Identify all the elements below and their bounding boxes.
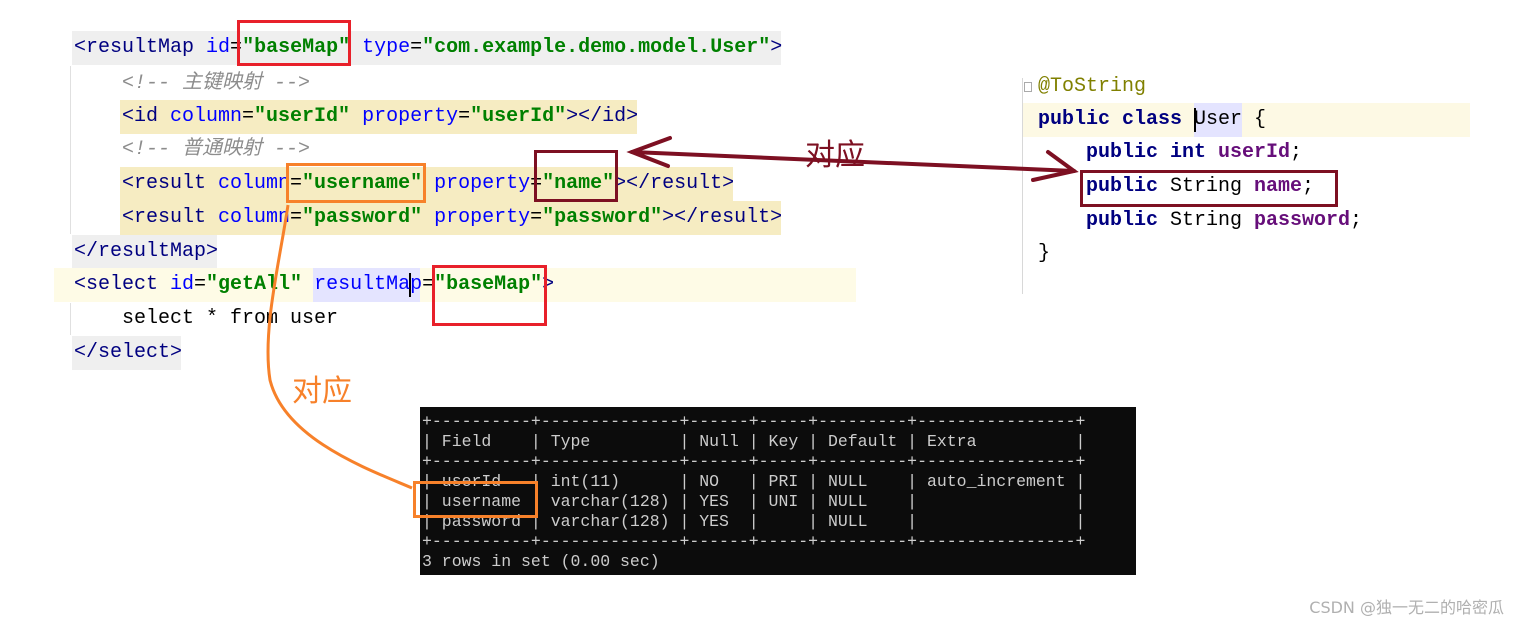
code-line: <id column="userId" property="userId"></… [122, 100, 638, 134]
annotation-label: 对应 [805, 138, 865, 173]
watermark: CSDN @独一无二的哈密瓜 [1309, 598, 1504, 617]
highlight-box-red [237, 20, 351, 66]
code-token: String [1170, 209, 1255, 232]
code-line: <!-- 主键映射 --> [122, 67, 310, 101]
code-line: <resultMap id="baseMap" type="com.exampl… [74, 31, 782, 65]
code-token: > [770, 36, 783, 59]
code-token: = [194, 273, 207, 296]
fold-icon[interactable] [1024, 82, 1032, 92]
annotation-label: 对应 [292, 374, 352, 409]
code-token: = [530, 206, 543, 229]
code-token: = [458, 105, 471, 128]
code-token: column [170, 105, 243, 128]
code-line: @ToString [1038, 70, 1146, 104]
code-line: </select> [74, 336, 182, 370]
code-token: type [362, 36, 411, 59]
terminal-line: +----------+--------------+------+-----+… [422, 452, 1086, 471]
code-token: "password" [302, 206, 423, 229]
code-token: ></result> [662, 206, 783, 229]
code-token: </resultMap> [74, 240, 219, 263]
code-token: ></result> [614, 172, 735, 195]
code-token: <result [122, 172, 219, 195]
code-token: } [1038, 242, 1051, 265]
highlight-box-orange [413, 481, 538, 518]
code-token: <!-- 普通映射 --> [122, 138, 311, 161]
code-token: <result [122, 206, 219, 229]
code-token: property [362, 105, 459, 128]
code-line: public String password; [1086, 204, 1362, 238]
highlight-box-darkred [1080, 170, 1338, 207]
code-token: "getAll" [206, 273, 303, 296]
code-token: column [218, 172, 291, 195]
code-token: id [206, 36, 231, 59]
code-line: </resultMap> [74, 235, 218, 269]
code-line: public int userId; [1086, 136, 1302, 170]
terminal-line: | Field | Type | Null | Key | Default | … [422, 432, 1086, 451]
code-token: public class [1038, 108, 1195, 131]
code-token: ></id> [566, 105, 639, 128]
code-line: <result column="password" property="pass… [122, 201, 782, 235]
code-token: select * from user [122, 307, 339, 330]
code-token: property [434, 206, 531, 229]
code-line: select * from user [122, 302, 338, 336]
connector-orange [266, 204, 413, 490]
text-cursor [1194, 108, 1196, 132]
code-token: = [242, 105, 255, 128]
code-token: ; [1350, 209, 1363, 232]
code-token: </select> [74, 341, 183, 364]
code-token: = [290, 206, 303, 229]
code-token: = [410, 36, 423, 59]
code-token: <id [122, 105, 171, 128]
code-token: "userId" [254, 105, 351, 128]
code-token: property [434, 172, 531, 195]
highlight-box-red [432, 265, 547, 326]
code-line: <result column="username" property="name… [122, 167, 734, 201]
code-token: <!-- 主键映射 --> [122, 72, 311, 95]
terminal-line: +----------+--------------+------+-----+… [422, 532, 1086, 551]
code-line: public class User { [1038, 103, 1266, 137]
code-token: <resultMap [74, 36, 207, 59]
indent-guide [70, 303, 71, 335]
code-line: <!-- 普通映射 --> [122, 133, 310, 167]
code-token: id [170, 273, 195, 296]
terminal-line: +----------+--------------+------+-----+… [422, 412, 1086, 431]
code-token: User [1194, 108, 1243, 131]
code-token: "password" [542, 206, 663, 229]
code-line: } [1038, 237, 1050, 271]
terminal-line: 3 rows in set (0.00 sec) [422, 552, 660, 571]
highlight-box-orange [286, 163, 426, 203]
code-token: "userId" [470, 105, 567, 128]
code-token: userId [1218, 141, 1291, 164]
code-token: public int [1086, 141, 1219, 164]
code-token: { [1242, 108, 1267, 131]
code-token: column [218, 206, 291, 229]
code-token: "com.example.demo.model.User" [422, 36, 771, 59]
highlight-box-darkred [534, 150, 618, 202]
indent-guide [70, 66, 71, 234]
code-token: password [1254, 209, 1351, 232]
code-token: @ToString [1038, 75, 1147, 98]
code-token: resultMap [314, 273, 423, 296]
code-token: ; [1290, 141, 1303, 164]
code-token: public [1086, 209, 1171, 232]
code-token: <select [74, 273, 171, 296]
